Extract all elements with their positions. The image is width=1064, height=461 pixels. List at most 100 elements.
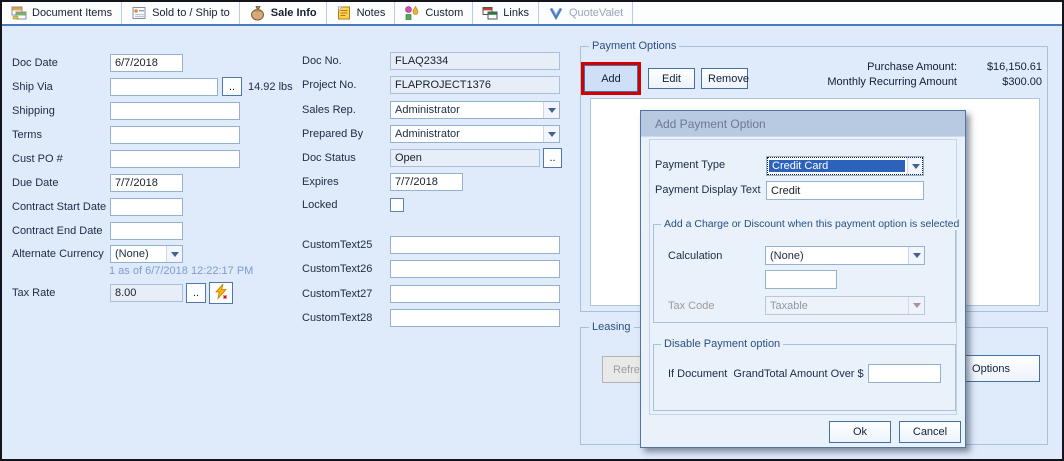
- chevron-down-icon: [543, 126, 559, 142]
- customtext27-label: CustomText27: [302, 288, 372, 300]
- alt-currency-value: (None): [111, 248, 166, 260]
- locked-checkbox[interactable]: [390, 198, 404, 212]
- terms-label: Terms: [12, 129, 42, 141]
- charge-discount-group-title: Add a Charge or Discount when this payme…: [661, 218, 962, 230]
- doc-no-label: Doc No.: [302, 55, 342, 67]
- app-window: Document Items Sold to / Ship to Sale In…: [0, 0, 1064, 461]
- due-date-label: Due Date: [12, 177, 58, 189]
- quotevalet-icon: [548, 5, 564, 21]
- contract-end-field[interactable]: [110, 222, 183, 240]
- chevron-down-icon: [166, 246, 182, 262]
- purchase-amount-value: $16,150.61: [960, 61, 1042, 73]
- tab-label: Custom: [425, 7, 463, 19]
- tab-label: QuoteValet: [569, 7, 623, 19]
- chevron-down-icon: [908, 247, 924, 264]
- expires-label: Expires: [302, 176, 339, 188]
- payment-type-value: Credit Card: [769, 160, 905, 172]
- doc-status-browse-button[interactable]: ..: [543, 148, 562, 168]
- sales-rep-label: Sales Rep.: [302, 104, 356, 116]
- tab-label: Links: [503, 7, 529, 19]
- custom-icon: [404, 5, 420, 21]
- tax-rate-browse-button[interactable]: ..: [186, 283, 206, 303]
- charge-amount-field[interactable]: [765, 270, 837, 289]
- prepared-by-dropdown[interactable]: Administrator: [390, 125, 560, 143]
- tax-code-label: Tax Code: [668, 300, 714, 312]
- tab-label: Notes: [357, 7, 386, 19]
- tab-document-items[interactable]: Document Items: [2, 2, 122, 24]
- due-date-field[interactable]: [110, 174, 183, 192]
- terms-field[interactable]: [110, 126, 240, 144]
- dialog-title: Add Payment Option: [655, 117, 766, 131]
- expires-field[interactable]: [390, 173, 463, 191]
- tab-sale-info[interactable]: Sale Info: [240, 2, 327, 24]
- calculation-label: Calculation: [668, 250, 722, 262]
- monthly-recurring-label: Monthly Recurring Amount: [757, 76, 957, 88]
- ok-button-label: Ok: [853, 426, 867, 438]
- customtext28-field[interactable]: [390, 309, 560, 327]
- chevron-down-icon: [543, 102, 559, 118]
- tax-rate-field[interactable]: [110, 284, 183, 302]
- alt-currency-dropdown[interactable]: (None): [110, 245, 183, 263]
- cust-po-field[interactable]: [110, 150, 240, 168]
- contract-start-label: Contract Start Date: [12, 201, 106, 213]
- grand-total-field[interactable]: [868, 364, 941, 383]
- dialog-titlebar[interactable]: Add Payment Option: [641, 111, 965, 137]
- lightning-icon: [213, 283, 229, 300]
- tab-label: Document Items: [32, 7, 112, 19]
- chevron-down-icon: [907, 157, 923, 175]
- doc-date-field[interactable]: [110, 54, 183, 72]
- shipping-label: Shipping: [12, 105, 55, 117]
- ship-via-browse-button[interactable]: ..: [222, 77, 242, 96]
- locked-label: Locked: [302, 199, 337, 211]
- contract-start-field[interactable]: [110, 198, 183, 216]
- notes-icon: [336, 5, 352, 21]
- sold-to-ship-to-icon: [131, 5, 147, 21]
- customtext28-label: CustomText28: [302, 312, 372, 324]
- document-items-icon: [11, 5, 27, 21]
- customtext25-field[interactable]: [390, 236, 560, 254]
- customtext25-label: CustomText25: [302, 239, 372, 251]
- prepared-by-value: Administrator: [391, 128, 543, 140]
- tab-quotevalet[interactable]: QuoteValet: [539, 2, 633, 24]
- purchase-amount-label: Purchase Amount:: [757, 61, 957, 73]
- add-payment-button[interactable]: Add: [584, 65, 638, 92]
- remove-payment-button[interactable]: Remove: [701, 68, 748, 89]
- project-no-label: Project No.: [302, 79, 356, 91]
- tab-links[interactable]: Links: [473, 2, 539, 24]
- customtext27-field[interactable]: [390, 285, 560, 303]
- doc-status-field[interactable]: [390, 149, 540, 167]
- tab-label: Sale Info: [271, 7, 317, 19]
- ship-via-field[interactable]: [110, 78, 218, 96]
- payment-options-group-title: Payment Options: [589, 40, 679, 52]
- payment-type-label: Payment Type: [655, 159, 725, 171]
- cancel-button[interactable]: Cancel: [899, 421, 961, 443]
- shipping-field[interactable]: [110, 102, 240, 120]
- calculation-value: (None): [766, 250, 908, 262]
- tax-code-value: Taxable: [766, 300, 908, 312]
- payment-display-text-field[interactable]: [766, 181, 924, 200]
- contract-end-label: Contract End Date: [12, 225, 103, 237]
- tab-notes[interactable]: Notes: [327, 2, 396, 24]
- prepared-by-label: Prepared By: [302, 128, 363, 140]
- tab-custom[interactable]: Custom: [395, 2, 473, 24]
- monthly-recurring-value: $300.00: [960, 76, 1042, 88]
- doc-no-field[interactable]: [390, 52, 560, 70]
- grand-total-label: If Document GrandTotal Amount Over $: [668, 368, 864, 380]
- calculation-dropdown[interactable]: (None): [765, 246, 925, 265]
- tax-rate-label: Tax Rate: [12, 287, 55, 299]
- disable-payment-group-title: Disable Payment option: [661, 338, 783, 350]
- customtext26-field[interactable]: [390, 260, 560, 278]
- tax-code-dropdown[interactable]: Taxable: [765, 296, 925, 315]
- payment-type-dropdown[interactable]: Credit Card: [766, 156, 924, 176]
- edit-payment-button[interactable]: Edit: [648, 68, 695, 89]
- customtext26-label: CustomText26: [302, 263, 372, 275]
- leasing-group-title: Leasing: [589, 321, 634, 333]
- sales-rep-dropdown[interactable]: Administrator: [390, 101, 560, 119]
- alt-currency-label: Alternate Currency: [12, 248, 104, 260]
- ship-via-label: Ship Via: [12, 81, 53, 93]
- tab-sold-to-ship-to[interactable]: Sold to / Ship to: [122, 2, 240, 24]
- project-no-field[interactable]: [390, 76, 560, 94]
- tax-rate-lightning-button[interactable]: [209, 282, 233, 304]
- ok-button[interactable]: Ok: [829, 421, 891, 443]
- add-payment-option-dialog: Add Payment Option Payment Type Credit C…: [640, 110, 966, 448]
